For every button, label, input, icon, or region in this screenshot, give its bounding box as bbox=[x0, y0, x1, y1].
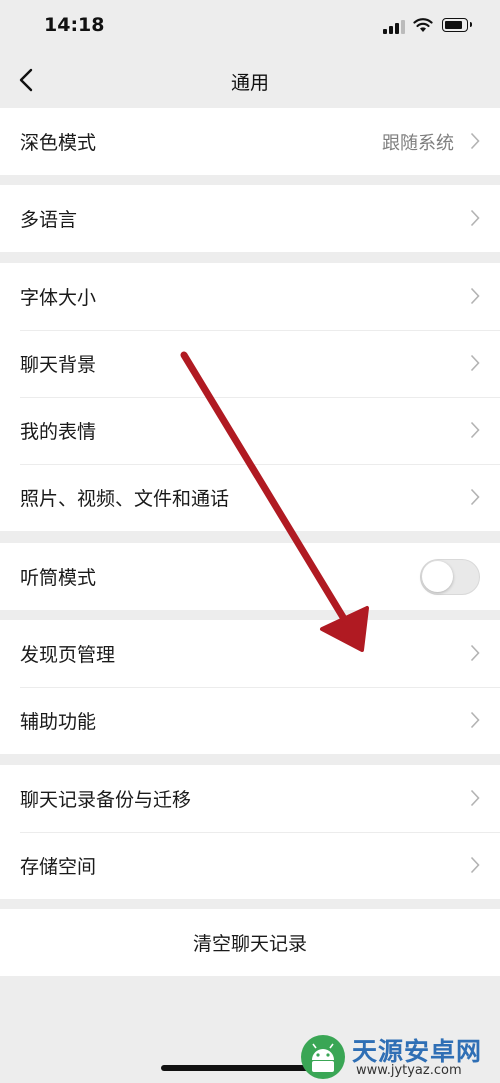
chat-background-label: 聊天背景 bbox=[20, 354, 97, 376]
accessibility-item[interactable]: 辅助功能 bbox=[0, 687, 500, 754]
page-title: 通用 bbox=[230, 72, 269, 94]
earpiece-mode-toggle[interactable] bbox=[420, 559, 480, 595]
storage-item[interactable]: 存储空间 bbox=[0, 832, 500, 899]
chat-backup-migration-item[interactable]: 聊天记录备份与迁移 bbox=[0, 765, 500, 832]
settings-group-earpiece: 听筒模式 bbox=[0, 543, 500, 610]
language-item[interactable]: 多语言 bbox=[0, 185, 500, 252]
status-time: 14:18 bbox=[44, 14, 105, 36]
settings-group-language: 多语言 bbox=[0, 185, 500, 252]
discover-management-label: 发现页管理 bbox=[20, 644, 116, 666]
chat-backup-migration-label: 聊天记录备份与迁移 bbox=[20, 789, 192, 811]
chevron-right-icon bbox=[470, 132, 480, 150]
media-files-calls-label: 照片、视频、文件和通话 bbox=[20, 488, 230, 510]
dark-mode-label: 深色模式 bbox=[20, 132, 97, 154]
chat-background-item[interactable]: 聊天背景 bbox=[0, 330, 500, 397]
status-bar: 14:18 bbox=[0, 0, 500, 55]
chevron-right-icon bbox=[470, 711, 480, 729]
clear-chat-history-button[interactable]: 清空聊天记录 bbox=[0, 909, 500, 976]
chevron-right-icon bbox=[470, 856, 480, 874]
my-stickers-item[interactable]: 我的表情 bbox=[0, 397, 500, 464]
watermark: 天源安卓网 www.jytyaz.com bbox=[300, 1030, 500, 1083]
dark-mode-value: 跟随系统 bbox=[382, 133, 454, 154]
chevron-right-icon bbox=[470, 421, 480, 439]
chevron-right-icon bbox=[470, 644, 480, 662]
language-label: 多语言 bbox=[20, 209, 78, 231]
chevron-right-icon bbox=[470, 488, 480, 506]
font-size-item[interactable]: 字体大小 bbox=[0, 263, 500, 330]
media-files-calls-item[interactable]: 照片、视频、文件和通话 bbox=[0, 464, 500, 531]
chevron-right-icon bbox=[470, 789, 480, 807]
font-size-label: 字体大小 bbox=[20, 287, 97, 309]
settings-group-features: 发现页管理 辅助功能 bbox=[0, 620, 500, 754]
android-logo-icon bbox=[301, 1035, 345, 1079]
chevron-right-icon bbox=[470, 209, 480, 227]
chevron-right-icon bbox=[470, 287, 480, 305]
cellular-signal-icon bbox=[383, 20, 405, 34]
chevron-right-icon bbox=[470, 354, 480, 372]
earpiece-mode-label: 听筒模式 bbox=[20, 567, 97, 589]
my-stickers-label: 我的表情 bbox=[20, 421, 97, 443]
battery-icon bbox=[442, 18, 472, 32]
earpiece-mode-item: 听筒模式 bbox=[0, 543, 500, 610]
settings-group-storage: 聊天记录备份与迁移 存储空间 bbox=[0, 765, 500, 899]
nav-bar: 通用 bbox=[0, 55, 500, 107]
settings-group-display: 字体大小 聊天背景 我的表情 照片、视频、文件和通话 bbox=[0, 263, 500, 531]
storage-label: 存储空间 bbox=[20, 856, 97, 878]
clear-chat-history-label: 清空聊天记录 bbox=[192, 933, 307, 955]
dark-mode-item[interactable]: 深色模式 跟随系统 bbox=[0, 108, 500, 175]
wifi-icon bbox=[413, 18, 433, 32]
discover-management-item[interactable]: 发现页管理 bbox=[0, 620, 500, 687]
toggle-knob bbox=[422, 561, 453, 592]
watermark-url: www.jytyaz.com bbox=[356, 1063, 462, 1078]
accessibility-label: 辅助功能 bbox=[20, 711, 97, 733]
settings-group-dark-mode: 深色模式 跟随系统 bbox=[0, 108, 500, 175]
